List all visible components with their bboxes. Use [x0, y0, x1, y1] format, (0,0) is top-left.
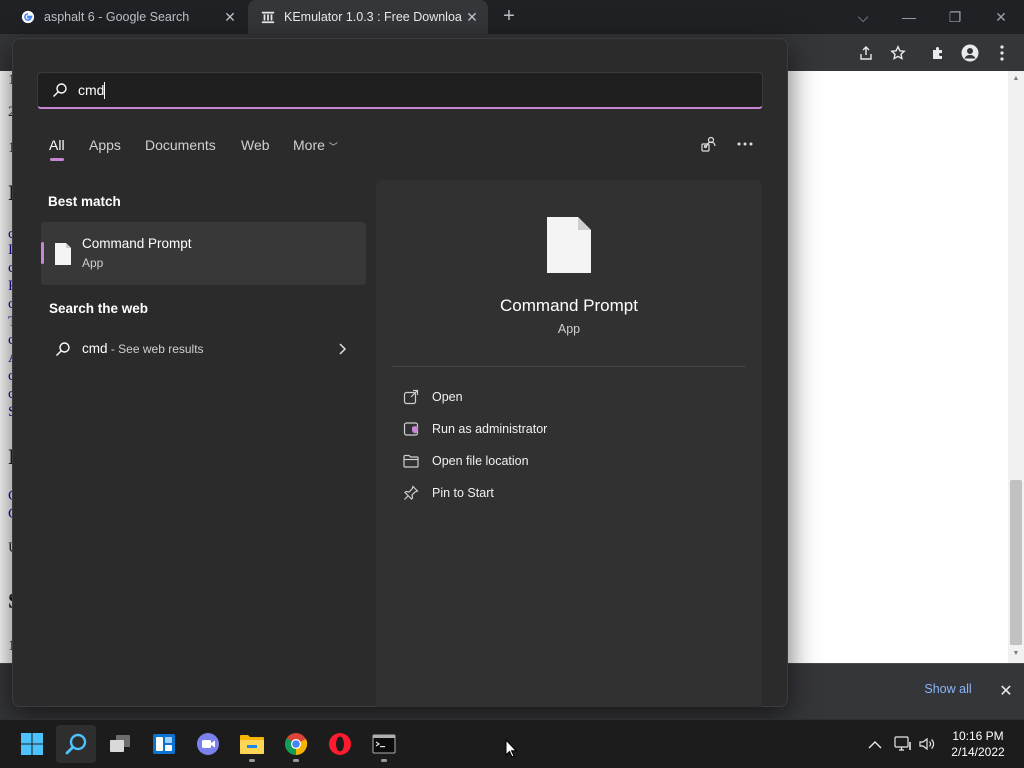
best-match-heading: Best match: [48, 194, 121, 209]
terminal-icon: [372, 734, 396, 754]
text-caret: [104, 82, 105, 99]
action-open-label: Open: [432, 390, 463, 404]
more-options-icon[interactable]: [735, 134, 755, 154]
show-all-downloads-button[interactable]: Show all: [915, 682, 981, 696]
close-tab-icon[interactable]: ✕: [220, 9, 240, 26]
action-run-as-administrator-label: Run as administrator: [432, 422, 548, 436]
google-g-icon: [20, 9, 36, 25]
tab-all[interactable]: All: [49, 137, 65, 153]
chevron-right-icon[interactable]: [336, 342, 348, 356]
tab-web[interactable]: Web: [241, 137, 270, 153]
running-indicator: [293, 759, 299, 762]
taskbar-search-button[interactable]: [56, 725, 96, 763]
teams-chat-button[interactable]: [188, 725, 228, 763]
menu-kebab-icon[interactable]: [992, 43, 1012, 63]
best-match-result[interactable]: [41, 222, 366, 285]
file-icon: [546, 216, 592, 279]
archive-icon: [260, 9, 276, 25]
best-match-subtitle: App: [82, 256, 104, 270]
selection-accent-bar: [41, 242, 44, 264]
folder-icon: [240, 735, 264, 754]
file-explorer-button[interactable]: [232, 725, 272, 763]
action-pin-to-start-label: Pin to Start: [432, 486, 494, 500]
action-pin-to-start[interactable]: Pin to Start: [402, 483, 494, 503]
task-view-icon: [110, 735, 130, 752]
chevron-down-icon: ﹀: [328, 142, 338, 152]
profile-avatar-icon[interactable]: [960, 43, 980, 63]
best-match-title: Command Prompt: [82, 236, 192, 251]
close-download-bar-icon[interactable]: ✕: [996, 681, 1016, 701]
file-icon: [54, 242, 72, 271]
chrome-icon: [285, 733, 308, 755]
share-icon[interactable]: [856, 43, 876, 63]
tab-more-label: More: [293, 137, 325, 153]
detail-subtitle: App: [557, 322, 581, 336]
tab-more[interactable]: More ﹀: [293, 137, 338, 153]
scroll-up-arrow[interactable]: ▲: [1008, 72, 1024, 86]
search-icon: [55, 341, 71, 357]
teams-chat-icon: [197, 733, 219, 755]
show-hidden-icons-chevron-icon[interactable]: [866, 735, 884, 753]
close-tab-icon[interactable]: ✕: [462, 9, 482, 26]
running-indicator: [381, 759, 387, 762]
widgets-button[interactable]: [144, 725, 184, 763]
action-open[interactable]: Open: [402, 387, 463, 407]
task-view-button[interactable]: [100, 725, 140, 763]
volume-icon[interactable]: [918, 735, 936, 753]
widgets-icon: [153, 734, 175, 754]
detail-divider: [392, 366, 746, 367]
clock-date[interactable]: 2/14/2022: [942, 745, 1014, 759]
search-icon: [52, 82, 68, 98]
windows-logo-icon: [21, 733, 43, 755]
search-input[interactable]: [37, 72, 763, 109]
tab-documents[interactable]: Documents: [145, 137, 216, 153]
open-external-icon: [402, 388, 420, 406]
bookmark-star-icon[interactable]: [888, 43, 908, 63]
tab-search-chevron-icon[interactable]: ⌵: [840, 0, 886, 34]
opera-icon: [329, 733, 351, 755]
scrollbar-thumb[interactable]: [1010, 480, 1022, 645]
extensions-puzzle-icon[interactable]: [928, 43, 948, 63]
minimize-button[interactable]: —: [886, 0, 932, 34]
web-result-suffix: - See web results: [107, 342, 204, 356]
search-the-web-heading: Search the web: [49, 301, 149, 316]
tab-title: KEmulator 1.0.3 : Free Download: [284, 10, 462, 24]
browser-tab-google-search[interactable]: asphalt 6 - Google Search ✕: [8, 0, 246, 34]
search-icon: [65, 733, 87, 755]
action-open-file-location[interactable]: Open file location: [402, 451, 529, 471]
web-result-item[interactable]: cmd - See web results: [82, 341, 204, 356]
web-query: cmd: [82, 341, 108, 356]
browser-tab-kemulator[interactable]: KEmulator 1.0.3 : Free Download ✕: [248, 0, 488, 34]
folder-icon: [402, 452, 420, 470]
tab-apps[interactable]: Apps: [89, 137, 121, 153]
close-window-button[interactable]: ✕: [978, 0, 1024, 34]
pin-icon: [402, 484, 420, 502]
restore-button[interactable]: ❐: [932, 0, 978, 34]
new-tab-button[interactable]: +: [498, 5, 520, 27]
scroll-down-arrow[interactable]: ▼: [1008, 647, 1024, 661]
clock-time[interactable]: 10:16 PM: [942, 729, 1014, 743]
chrome-button[interactable]: [276, 725, 316, 763]
start-button[interactable]: [12, 725, 52, 763]
mouse-cursor-icon: [505, 738, 518, 763]
switch-account-icon[interactable]: [699, 134, 719, 154]
tab-title: asphalt 6 - Google Search: [44, 10, 190, 24]
network-icon[interactable]: [894, 735, 912, 753]
search-query-text: cmd: [78, 82, 105, 98]
action-run-as-administrator[interactable]: Run as administrator: [402, 419, 547, 439]
active-tab-indicator: [50, 158, 64, 161]
running-indicator: [249, 759, 255, 762]
command-prompt-button[interactable]: [364, 725, 404, 763]
opera-button[interactable]: [320, 725, 360, 763]
shield-icon: [402, 420, 420, 438]
action-open-file-location-label: Open file location: [432, 454, 529, 468]
detail-title: Command Prompt: [500, 296, 638, 315]
